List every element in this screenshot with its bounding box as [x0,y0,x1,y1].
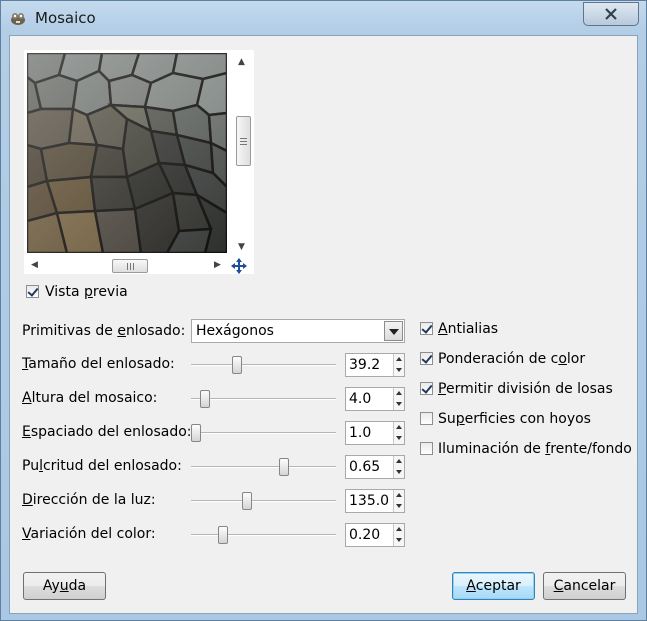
value-spinbox[interactable]: 39.2 [345,353,405,377]
option-checkbox-label[interactable]: Iluminación de frente/fondo [438,440,632,458]
slider-track[interactable] [191,500,336,502]
slider-track[interactable] [191,466,336,468]
spinbox-value[interactable]: 39.2 [349,356,380,374]
ok-button[interactable]: Aceptar [452,572,535,600]
spin-down-icon[interactable] [393,365,404,376]
slider-track[interactable] [191,534,336,536]
spinbox-value[interactable]: 0.65 [349,458,380,476]
spin-up-icon[interactable] [393,422,404,433]
slider-track[interactable] [191,398,336,400]
cancel-button[interactable]: Cancelar [543,572,626,600]
spin-down-icon[interactable] [393,399,404,410]
option-checkbox[interactable] [420,382,433,395]
spin-down-icon[interactable] [393,467,404,478]
chevron-down-icon[interactable] [384,321,403,341]
value-spinbox[interactable]: 1.0 [345,421,405,445]
spin-down-icon[interactable] [393,501,404,512]
spin-up-icon[interactable] [393,524,404,535]
close-icon [605,8,617,20]
preview-vertical-scrollbar[interactable]: ▲ ▼ [232,50,252,258]
primitive-select[interactable]: Hexágonos [191,319,405,343]
option-checkbox-label[interactable]: Permitir división de losas [438,380,613,398]
close-button[interactable] [583,2,639,26]
slider-track[interactable] [191,364,336,366]
preview-checkbox[interactable] [26,285,39,298]
spin-down-icon[interactable] [393,535,404,546]
scroll-left-icon[interactable]: ◀ [31,261,38,270]
slider-label: Variación del color: [22,526,156,542]
option-checkbox[interactable] [420,352,433,365]
move-arrows-icon[interactable] [231,258,247,274]
title-bar[interactable]: Mosaico [1,1,646,35]
option-checkbox[interactable] [420,442,433,455]
option-checkbox-label[interactable]: Ponderación de color [438,350,585,368]
spinbox-value[interactable]: 135.0 [349,492,389,510]
spinbox-value[interactable]: 1.0 [349,424,371,442]
spin-down-icon[interactable] [393,433,404,444]
gimp-icon [11,13,25,25]
slider-label: Espaciado del enlosado: [22,424,192,440]
value-spinbox[interactable]: 135.0 [345,489,405,513]
option-checkbox[interactable] [420,322,433,335]
dialog-window: Mosaico ▲ ▼ ◀ ▶ Vista previa Primitivas … [0,0,647,621]
spinbox-value[interactable]: 0.20 [349,526,380,544]
dialog-content: ▲ ▼ ◀ ▶ Vista previa Primitivas de enlos… [9,35,638,614]
slider-track[interactable] [191,432,336,434]
horizontal-scroll-thumb[interactable] [112,259,148,273]
spin-up-icon[interactable] [393,388,404,399]
value-spinbox[interactable]: 0.20 [345,523,405,547]
window-title: Mosaico [35,9,96,27]
option-checkbox-label[interactable]: Antialias [438,320,498,338]
scroll-down-icon[interactable]: ▼ [238,243,245,252]
spin-up-icon[interactable] [393,490,404,501]
vertical-scroll-thumb[interactable] [236,116,251,166]
preview-area: ▲ ▼ ◀ ▶ [24,50,254,274]
value-spinbox[interactable]: 0.65 [345,455,405,479]
mosaic-preview-image[interactable] [27,53,227,253]
slider-label: Dirección de la luz: [22,492,156,508]
option-checkbox-label[interactable]: Superficies con hoyos [438,410,591,428]
help-button[interactable]: Ay u da [23,572,106,600]
primitive-label: Primitivas de enlosado: [22,323,186,339]
spin-up-icon[interactable] [393,354,404,365]
slider-thumb[interactable] [218,526,228,544]
slider-label: Pulcritud del enlosado: [22,458,182,474]
preview-checkbox-label[interactable]: Vista previa [45,283,128,301]
preview-horizontal-scrollbar[interactable]: ◀ ▶ [24,256,230,274]
slider-thumb[interactable] [191,424,201,442]
slider-label: Tamaño del enlosado: [22,356,175,372]
spinbox-value[interactable]: 4.0 [349,390,371,408]
slider-thumb[interactable] [279,458,289,476]
value-spinbox[interactable]: 4.0 [345,387,405,411]
slider-thumb[interactable] [242,492,252,510]
spin-up-icon[interactable] [393,456,404,467]
option-checkbox[interactable] [420,412,433,425]
slider-label: Altura del mosaico: [22,390,158,406]
scroll-up-icon[interactable]: ▲ [238,58,245,67]
scroll-right-icon[interactable]: ▶ [214,261,221,270]
slider-thumb[interactable] [200,390,210,408]
primitive-select-value: Hexágonos [196,323,274,339]
slider-thumb[interactable] [232,356,242,374]
